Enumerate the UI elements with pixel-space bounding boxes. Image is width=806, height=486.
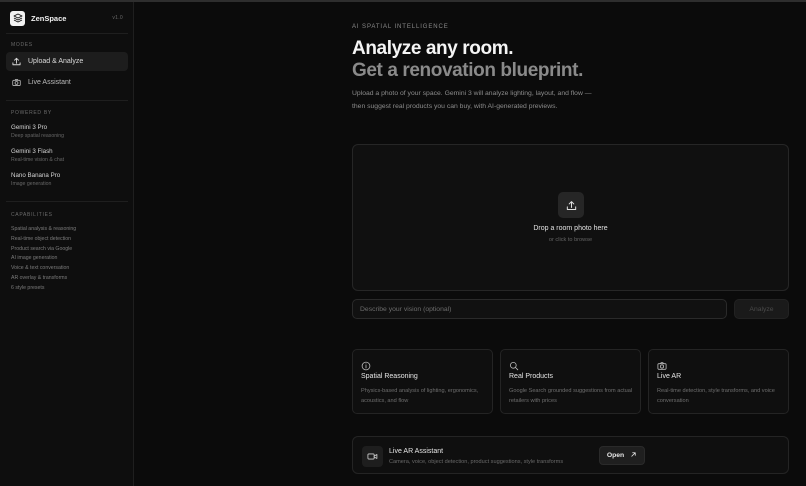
dropzone-subtitle: or click to browse [548,237,593,243]
brand[interactable]: ZenSpace [10,10,66,26]
feature-title: Real Products [509,373,553,380]
arrow-up-right-icon [630,451,637,460]
vision-field[interactable] [352,299,727,319]
capability-item: Product search via Google [11,245,73,252]
live-ar-assistant-panel: Live AR Assistant Camera, voice, object … [352,436,789,474]
zenspace-logo-icon [10,10,25,26]
capability-item: Voice & text conversation [11,265,70,272]
feature-desc: Google Search grounded suggestions from … [509,388,633,404]
model-gemini-3-flash: Gemini 3 Flash Real-time vision & chat [11,148,64,163]
mode-live-assistant[interactable]: Live Assistant [6,73,128,92]
powered-by-section-label: POWERED BY [11,110,52,116]
divider [6,100,128,101]
mode-upload-analyze[interactable]: Upload & Analyze [6,52,128,71]
live-ar-subtitle: Camera, voice, object detection, product… [389,459,564,465]
page-title: Analyze any room. [352,38,514,59]
live-ar-title: Live AR Assistant [389,448,444,455]
camera-icon [12,78,21,87]
capability-item: Spatial analysis & reasoning [11,226,77,232]
capabilities-list: Spatial analysis & reasoning Real-time o… [11,225,76,294]
analyze-button[interactable]: Analyze [734,299,789,319]
upload-icon [12,57,21,66]
model-name: Gemini 3 Flash [11,148,53,155]
mode-label: Upload & Analyze [28,58,84,65]
page-subtitle: Get a renovation blueprint. [352,60,583,81]
feature-card-real-products: Real Products Google Search grounded sug… [500,349,641,414]
info-icon [361,358,371,371]
sidebar: ZenSpace v1.0 MODES Upload & Analyze Liv… [0,2,134,486]
upload-icon [558,192,584,218]
photo-dropzone[interactable]: Drop a room photo here or click to brows… [352,144,789,291]
divider [6,201,128,202]
mode-label: Live Assistant [28,79,71,86]
model-desc: Deep spatial reasoning [11,133,65,139]
open-button-label: Open [606,452,625,459]
open-live-ar-button[interactable]: Open [599,446,645,465]
app-version: v1.0 [112,15,123,21]
model-desc: Image generation [11,181,52,187]
search-icon [509,358,519,371]
feature-card-spatial-reasoning: Spatial Reasoning Physics-based analysis… [352,349,493,414]
model-name: Gemini 3 Pro [11,124,48,131]
model-desc: Real-time vision & chat [11,157,65,163]
camera-icon [657,358,667,370]
main-content: AI SPATIAL INTELLIGENCE Analyze any room… [134,2,806,486]
feature-title: Spatial Reasoning [361,373,418,380]
feature-title: Live AR [657,373,682,380]
video-icon [362,446,383,467]
modes-section-label: MODES [11,42,33,48]
feature-desc: Real-time detection, style transforms, a… [657,388,775,404]
page-description: Upload a photo of your space. Gemini 3 w… [352,90,592,110]
capability-item: AI image generation [11,255,58,262]
eyebrow-label: AI SPATIAL INTELLIGENCE [352,24,449,30]
model-nano-banana-pro: Nano Banana Pro Image generation [11,172,60,187]
feature-card-live-ar: Live AR Real-time detection, style trans… [648,349,789,414]
capability-item: Real-time object detection [11,235,71,242]
divider [6,33,128,34]
dropzone-title: Drop a room photo here [533,225,608,232]
capabilities-section-label: CAPABILITIES [11,212,53,218]
vision-input[interactable] [360,305,726,313]
model-gemini-3-pro: Gemini 3 Pro Deep spatial reasoning [11,124,64,139]
capability-item: AR overlay & transforms [11,274,68,281]
model-name: Nano Banana Pro [11,172,61,179]
app-name: ZenSpace [31,13,67,23]
feature-desc: Physics-based analysis of lighting, ergo… [361,388,479,404]
capability-item: 6 style presets [11,284,45,291]
